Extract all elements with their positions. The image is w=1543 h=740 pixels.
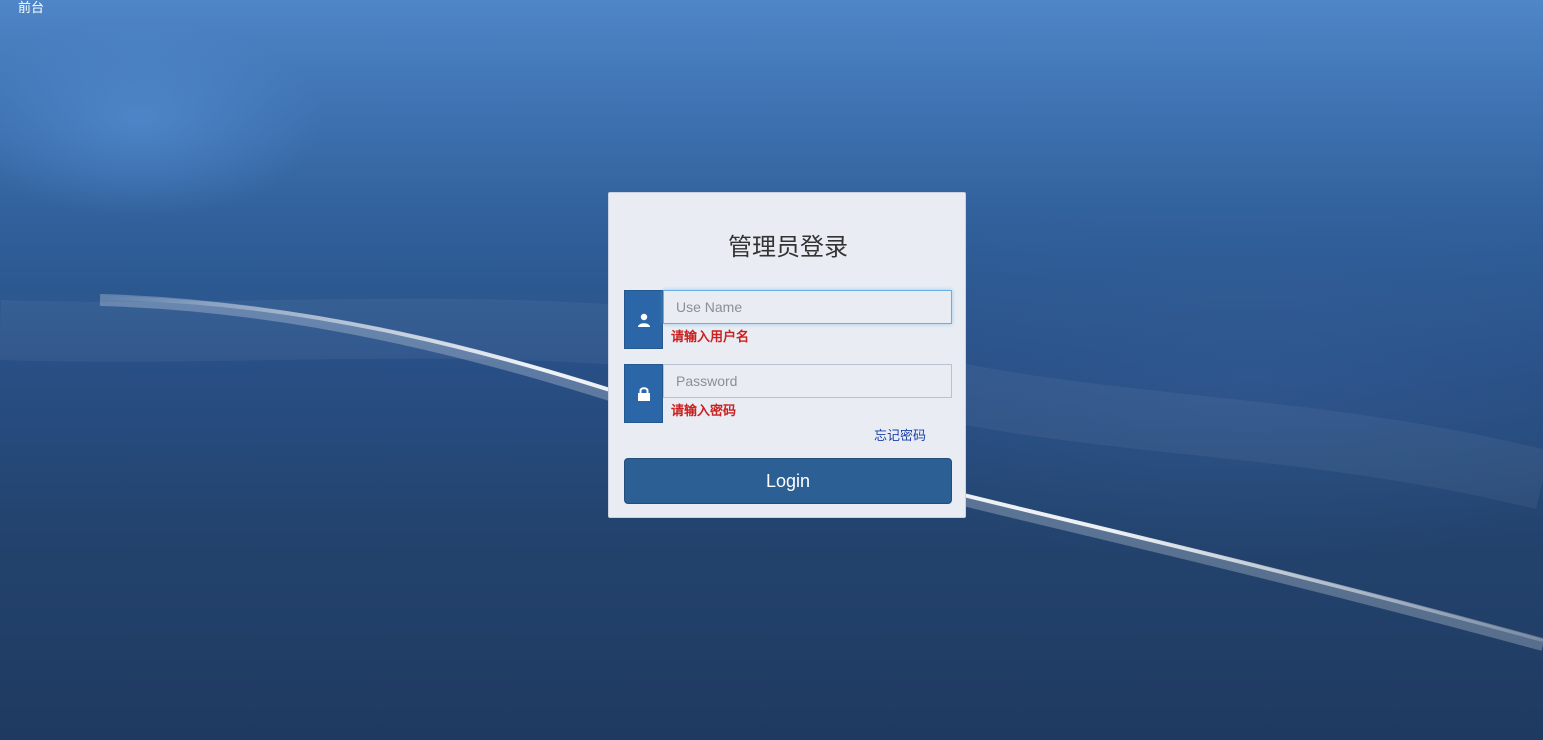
- username-error: 请输入用户名: [671, 330, 750, 345]
- user-icon: [624, 290, 663, 349]
- password-error: 请输入密码: [671, 404, 737, 419]
- login-panel: 管理员登录 请输入用户名 请输入密码 忘记密码 Login: [608, 192, 966, 518]
- lock-icon: [624, 364, 663, 423]
- forgot-password-link[interactable]: 忘记密码: [874, 425, 926, 444]
- login-title: 管理员登录: [728, 233, 848, 261]
- password-input[interactable]: [663, 364, 952, 398]
- front-link[interactable]: 前台: [18, 0, 44, 15]
- username-input[interactable]: [663, 290, 952, 324]
- login-button[interactable]: Login: [624, 458, 952, 504]
